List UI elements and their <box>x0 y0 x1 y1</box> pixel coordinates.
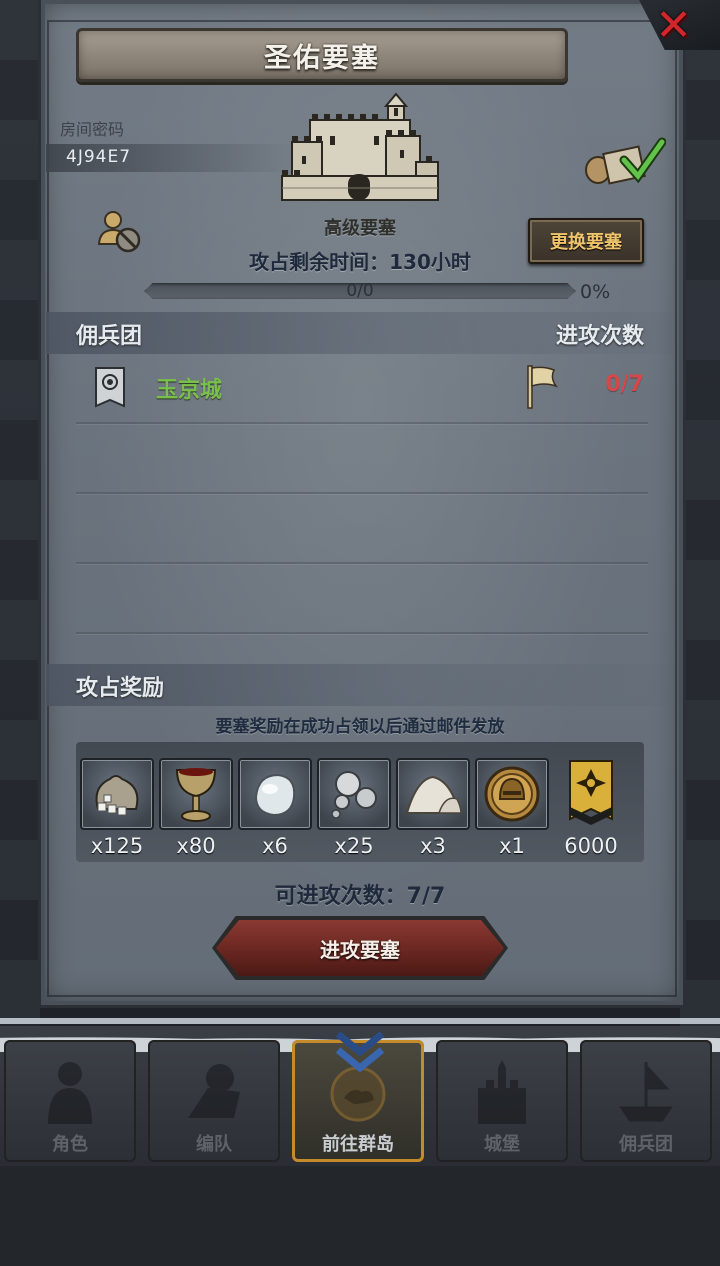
reward-count: x3 <box>420 834 446 858</box>
attack-fortress-button[interactable]: 进攻要塞 <box>216 920 504 976</box>
row-divider <box>76 492 648 494</box>
row-divider <box>76 562 648 564</box>
attack-count-column-label: 进攻次数 <box>555 324 644 349</box>
rewards-section-header: 攻占奖励 <box>46 664 674 706</box>
mercenary-section-header: 佣兵团 进攻次数 <box>46 312 674 354</box>
background-right-edge <box>680 0 720 1030</box>
nav-label: 编队 <box>196 1134 232 1155</box>
bottom-background <box>0 1166 720 1266</box>
reward-item[interactable]: x80 <box>159 758 233 858</box>
reward-tile <box>475 758 549 830</box>
reward-tile <box>238 758 312 830</box>
capture-time-remaining: 攻占剩余时间：130小时 <box>249 250 471 274</box>
nav-item-castle[interactable]: 城堡 <box>436 1040 568 1162</box>
mercenary-attack-count: 0/7 <box>605 372 644 397</box>
fortress-castle-icon <box>281 92 439 201</box>
reward-item[interactable]: x25 <box>317 758 391 858</box>
row-divider <box>76 422 648 424</box>
nav-label: 角色 <box>52 1134 88 1155</box>
reward-tile <box>159 758 233 830</box>
active-nav-chevron-icon <box>335 1031 385 1073</box>
nav-item-character[interactable]: 角色 <box>4 1040 136 1162</box>
nav-item-mercenary[interactable]: 佣兵团 <box>580 1040 712 1162</box>
room-code-value[interactable]: 4J94E7 <box>66 147 131 167</box>
knight-icon <box>48 1062 92 1124</box>
reward-item[interactable]: x3 <box>396 758 470 858</box>
room-code-label: 房间密码 <box>60 120 125 139</box>
attack-fortress-label: 进攻要塞 <box>320 937 400 962</box>
knight-helmet-coin-icon <box>484 766 540 822</box>
reward-tile <box>554 758 628 830</box>
reward-count: x125 <box>90 834 144 858</box>
guild-banner-icon <box>95 367 125 408</box>
row-divider <box>76 632 648 634</box>
rewards-list: x125 x80 x6 x25 x3 x1 6000 <box>76 742 644 862</box>
capture-progress-text: 0/0 <box>346 281 374 301</box>
attack-flag-icon <box>527 365 559 409</box>
reward-count: 6000 <box>564 834 618 858</box>
mercenary-ship-icon <box>619 1062 673 1122</box>
nav-item-formation[interactable]: 编队 <box>148 1040 280 1162</box>
reward-tile <box>317 758 391 830</box>
gem-sack-icon <box>95 775 139 816</box>
nav-label: 城堡 <box>484 1134 520 1155</box>
reward-tile <box>396 758 470 830</box>
goblet-icon <box>175 768 217 822</box>
reward-collected-icon[interactable] <box>584 136 666 186</box>
reward-count: x1 <box>499 834 525 858</box>
reward-item[interactable]: x1 <box>475 758 549 858</box>
mercenary-column-label: 佣兵团 <box>76 324 143 349</box>
reward-item[interactable]: x125 <box>80 758 154 858</box>
close-icon[interactable]: ✕ <box>655 4 692 48</box>
change-fortress-label: 更换要塞 <box>550 232 622 253</box>
fortress-name: 高级要塞 <box>324 218 396 239</box>
formation-icon <box>188 1064 240 1118</box>
reward-tile <box>80 758 154 830</box>
salt-pile-icon <box>405 775 462 814</box>
honor-badge-icon <box>569 760 613 825</box>
dialog-title: 圣佑要塞 <box>264 42 380 74</box>
rewards-section-label: 攻占奖励 <box>76 676 165 701</box>
reward-count: x6 <box>262 834 288 858</box>
dialog-title-plaque: 圣佑要塞 <box>76 28 568 82</box>
castle-icon <box>478 1060 526 1124</box>
reward-count: x25 <box>334 834 374 858</box>
mercenary-name: 玉京城 <box>156 378 223 403</box>
remaining-attacks: 可进攻次数：7/7 <box>274 884 446 909</box>
silver-orbs-icon <box>331 771 377 819</box>
reward-item[interactable]: 6000 <box>554 758 628 858</box>
no-friend-icon[interactable] <box>96 208 144 256</box>
capture-progress-percent: 0% <box>580 281 611 303</box>
nav-label: 佣兵团 <box>619 1134 673 1155</box>
change-fortress-button[interactable]: 更换要塞 <box>528 218 644 264</box>
nav-label: 前往群岛 <box>322 1134 394 1155</box>
mercenary-row[interactable]: 玉京城 0/7 <box>76 358 648 422</box>
pearl-stone-icon <box>254 773 296 817</box>
reward-item[interactable]: x6 <box>238 758 312 858</box>
rewards-note: 要塞奖励在成功占领以后通过邮件发放 <box>215 717 505 737</box>
background-left-edge <box>0 0 40 1030</box>
reward-count: x80 <box>176 834 216 858</box>
